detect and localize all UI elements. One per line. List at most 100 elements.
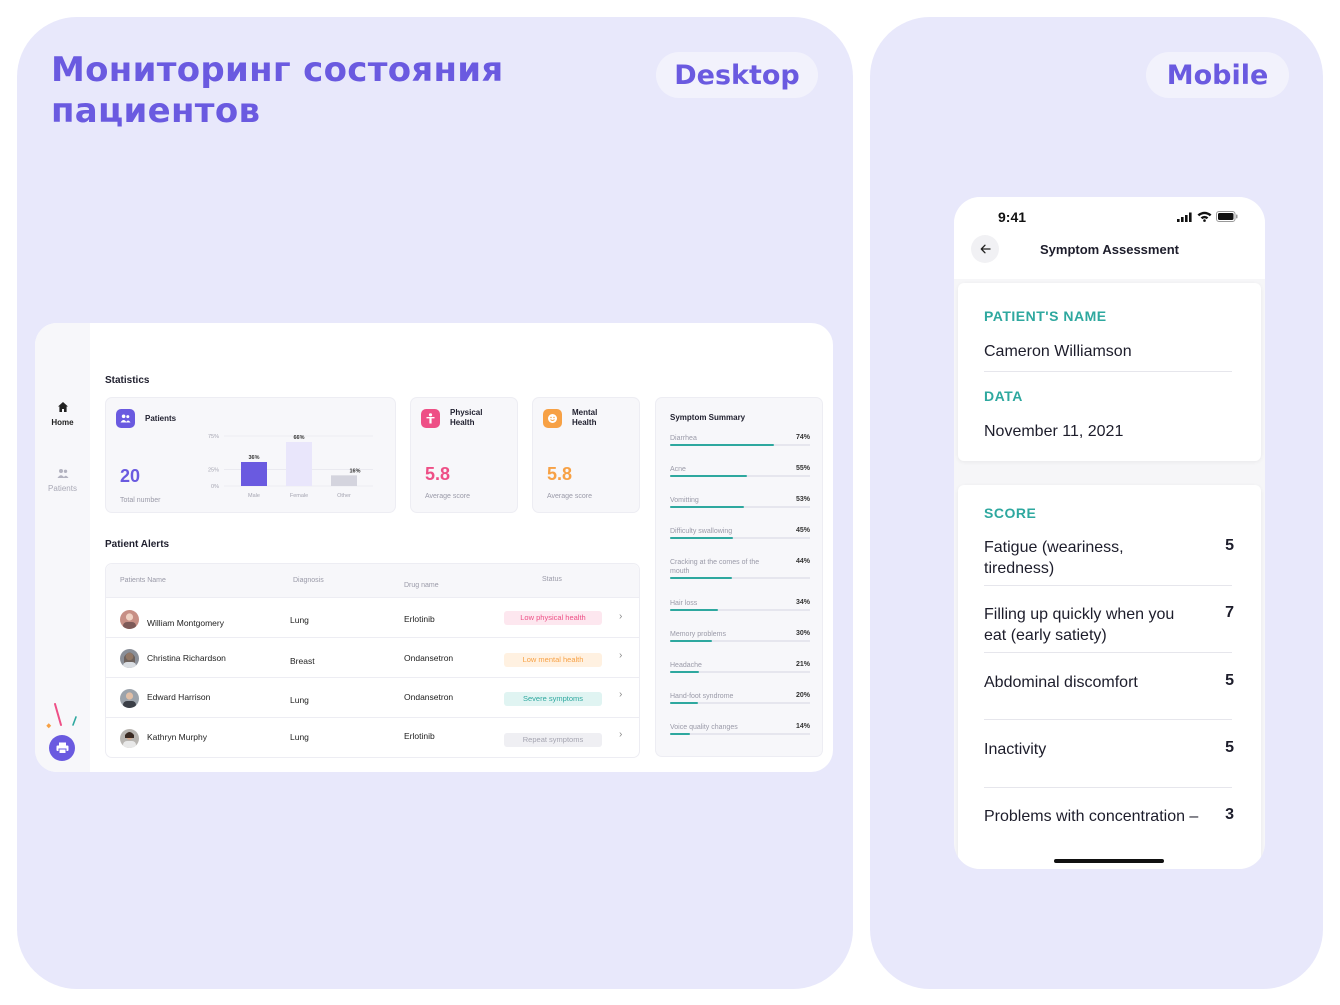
drug-name: Ondansetron bbox=[404, 692, 454, 702]
symptom-name: Memory problems bbox=[670, 631, 727, 638]
symptom-name: Difficulty swallowing bbox=[670, 528, 733, 535]
sidebar: Home Patients bbox=[35, 323, 90, 772]
status-badge: Low physical health bbox=[504, 611, 602, 625]
chevron-right-icon[interactable]: › bbox=[619, 611, 622, 622]
symptom-progress-fill bbox=[670, 640, 712, 642]
mental-card-label: Mental Health bbox=[572, 408, 597, 428]
chart-bar bbox=[286, 442, 312, 486]
avatar bbox=[120, 689, 139, 708]
symptom-progress-fill bbox=[670, 609, 718, 611]
mental-card-label-line1: Mental bbox=[572, 408, 598, 417]
symptom-percent: 45% bbox=[795, 527, 810, 534]
score-label: SCORE bbox=[984, 505, 1037, 521]
symptom-progress-track bbox=[670, 475, 810, 477]
score-item-name: Fatigue (weariness, tiredness) bbox=[984, 539, 1124, 577]
symptom-row: Cracking at the comes of the mouth 44% bbox=[670, 558, 810, 579]
symptom-progress-fill bbox=[670, 671, 700, 673]
physical-card-label: Physical Health bbox=[450, 408, 482, 428]
chart-x-tick-label: Female bbox=[290, 493, 308, 499]
symptom-row: Vomitting 53% bbox=[670, 496, 810, 508]
symptom-row: Acne 55% bbox=[670, 465, 810, 477]
patient-alerts-heading: Patient Alerts bbox=[105, 539, 170, 550]
physical-score: 5.8 bbox=[425, 464, 451, 484]
chart-y-tick-label: 0% bbox=[211, 484, 219, 490]
mental-score: 5.8 bbox=[547, 464, 573, 484]
patient-info-card: PATIENT'S NAME Cameron Williamson DATA N… bbox=[958, 283, 1261, 461]
confetti-icon bbox=[46, 703, 77, 729]
table-row[interactable]: Edward Harrison Lung Ondansetron Severe … bbox=[106, 678, 639, 718]
symptom-name: Vomitting bbox=[670, 497, 699, 504]
symptom-name: Hand-foot syndrome bbox=[670, 693, 734, 700]
symptom-percent: 14% bbox=[795, 723, 810, 730]
symptom-percent: 44% bbox=[795, 558, 810, 565]
chart-x-tick-label: Other bbox=[337, 493, 351, 499]
symptom-name: Acne bbox=[670, 466, 686, 473]
sidebar-item-home[interactable]: Home bbox=[35, 401, 90, 427]
diagnosis: Lung bbox=[290, 615, 309, 625]
drug-name: Erlotinib bbox=[404, 614, 435, 624]
patients-total-caption: Total number bbox=[120, 497, 161, 504]
symptom-percent: 30% bbox=[795, 630, 810, 637]
score-item-name: Problems with concentration – bbox=[984, 808, 1199, 825]
symptom-progress-fill bbox=[670, 475, 747, 477]
sidebar-item-label: Patients bbox=[48, 484, 77, 493]
symptom-summary-title: Symptom Summary bbox=[670, 413, 746, 422]
chevron-right-icon[interactable]: › bbox=[619, 689, 622, 700]
printer-icon bbox=[56, 742, 68, 754]
status-badge: Severe symptoms bbox=[504, 692, 602, 706]
dashboard-window: Home Patients Statistics Patients 20 Tot… bbox=[35, 323, 833, 772]
symptom-progress-track bbox=[670, 577, 810, 579]
patient-name: Christina Richardson bbox=[147, 653, 226, 663]
chevron-right-icon[interactable]: › bbox=[619, 729, 622, 740]
signal-icon bbox=[1177, 212, 1192, 222]
sidebar-item-patients[interactable]: Patients bbox=[35, 468, 90, 493]
home-indicator bbox=[1054, 859, 1164, 863]
chart-bar bbox=[331, 475, 357, 486]
symptom-progress-track bbox=[670, 640, 810, 642]
mental-health-card: Mental Health 5.8 Average score bbox=[532, 397, 640, 513]
symptom-percent: 21% bbox=[795, 661, 810, 668]
table-row[interactable]: William Montgomery Lung Erlotinib Low ph… bbox=[106, 598, 639, 638]
patient-name: William Montgomery bbox=[147, 618, 224, 628]
wifi-icon bbox=[1197, 211, 1212, 222]
symptom-row: Hair loss 34% bbox=[670, 599, 810, 611]
chevron-right-icon[interactable]: › bbox=[619, 650, 622, 661]
users-icon bbox=[116, 409, 135, 428]
symptom-percent: 20% bbox=[795, 692, 810, 699]
mobile-screen: 9:41 Symptom Assessment PATIENT'S NAME C… bbox=[954, 197, 1265, 869]
users-icon bbox=[57, 469, 68, 478]
chart-data-label: 16% bbox=[349, 468, 360, 474]
avatar bbox=[120, 729, 139, 748]
symptom-percent: 53% bbox=[795, 496, 810, 503]
table-row[interactable]: Kathryn Murphy Lung Erlotinib Repeat sym… bbox=[106, 718, 639, 758]
chart-x-tick-label: Male bbox=[248, 493, 260, 499]
symptom-progress-track bbox=[670, 702, 810, 704]
symptom-progress-fill bbox=[670, 733, 690, 735]
diagnosis: Breast bbox=[290, 656, 315, 666]
status-time: 9:41 bbox=[998, 209, 1027, 225]
physical-card-label-line2: Health bbox=[450, 418, 475, 427]
avatar bbox=[120, 649, 139, 668]
battery-icon bbox=[1216, 211, 1238, 222]
print-button[interactable] bbox=[49, 735, 75, 761]
symptom-progress-track bbox=[670, 537, 810, 539]
patients-card-label: Patients bbox=[145, 414, 177, 423]
symptom-name: Voice quality changes bbox=[670, 724, 738, 731]
patients-card: Patients 20 Total number 75% 25% 0% 36% Male… bbox=[105, 397, 396, 513]
table-row[interactable]: Christina Richardson Breast Ondansetron … bbox=[106, 638, 639, 678]
mobile-header: 9:41 Symptom Assessment bbox=[954, 197, 1265, 279]
person-icon bbox=[421, 409, 440, 428]
page-title-line2: пациентов bbox=[51, 91, 261, 131]
chart-data-label: 36% bbox=[248, 455, 259, 461]
symptom-percent: 55% bbox=[795, 465, 810, 472]
symptom-percent: 74% bbox=[795, 434, 810, 441]
symptom-name: Cracking at the comes of the mouth bbox=[670, 559, 760, 575]
statistics-heading: Statistics bbox=[105, 375, 150, 386]
column-header: Drug name bbox=[404, 582, 439, 589]
screen-title: Symptom Assessment bbox=[1040, 242, 1179, 257]
mental-score-caption: Average score bbox=[547, 493, 593, 500]
drug-name: Ondansetron bbox=[404, 653, 454, 663]
divider bbox=[984, 719, 1232, 720]
chart-y-tick-label: 25% bbox=[208, 467, 219, 473]
symptom-summary-card: Symptom Summary Diarrhea 74% Acne 55% Vomitt… bbox=[655, 397, 823, 757]
